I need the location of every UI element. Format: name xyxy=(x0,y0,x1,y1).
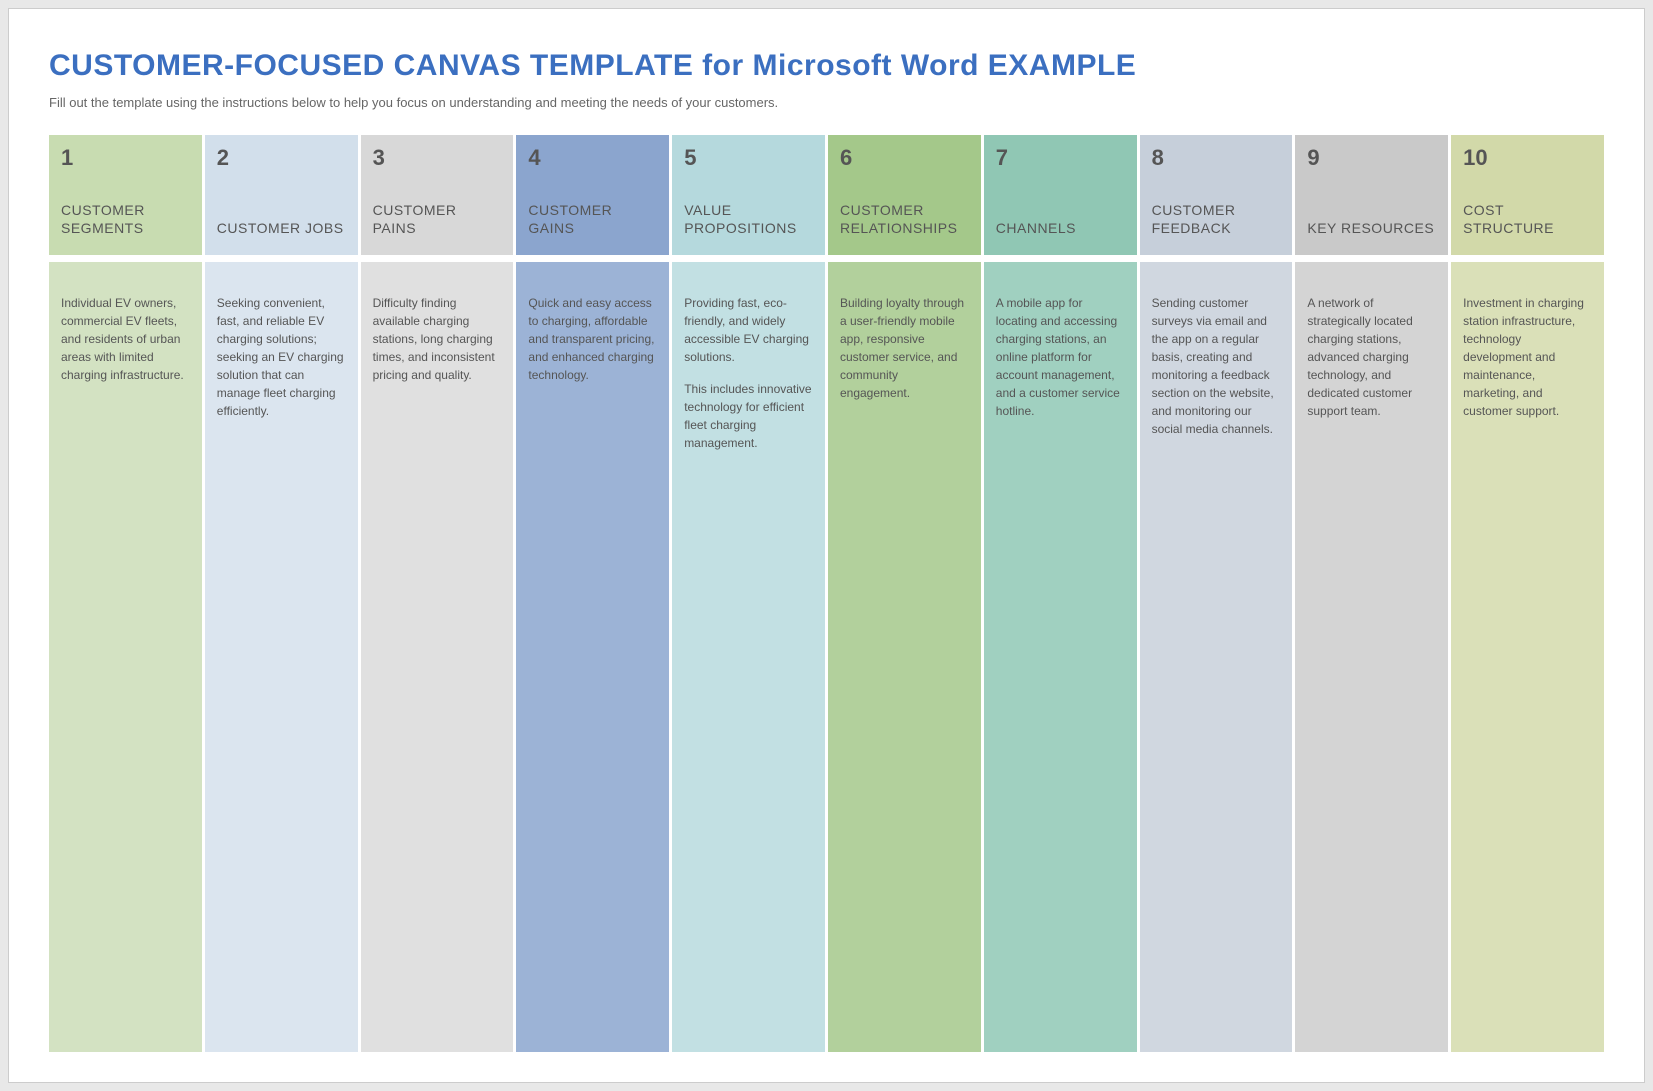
col-header: 8 CUSTOMER FEEDBACK xyxy=(1140,135,1293,255)
col-header: 5 VALUE PROPOSITIONS xyxy=(672,135,825,255)
canvas-grid: 1 CUSTOMER SEGMENTS Individual EV owners… xyxy=(49,135,1604,1052)
col-body-text: Individual EV owners, commercial EV flee… xyxy=(61,294,190,384)
col-title: CUSTOMER GAINS xyxy=(528,202,657,237)
page-title: CUSTOMER-FOCUSED CANVAS TEMPLATE for Mic… xyxy=(49,49,1604,83)
col-number: 4 xyxy=(528,145,657,171)
col-customer-pains: 3 CUSTOMER PAINS Difficulty finding avai… xyxy=(361,135,514,1052)
template-page: CUSTOMER-FOCUSED CANVAS TEMPLATE for Mic… xyxy=(8,8,1645,1083)
col-body: Quick and easy access to charging, affor… xyxy=(516,262,669,1052)
col-header: 6 CUSTOMER RELATIONSHIPS xyxy=(828,135,981,255)
col-customer-relationships: 6 CUSTOMER RELATIONSHIPS Building loyalt… xyxy=(828,135,981,1052)
col-title: CUSTOMER PAINS xyxy=(373,202,502,237)
col-header: 3 CUSTOMER PAINS xyxy=(361,135,514,255)
col-customer-jobs: 2 CUSTOMER JOBS Seeking convenient, fast… xyxy=(205,135,358,1052)
col-title: COST STRUCTURE xyxy=(1463,202,1592,237)
col-number: 5 xyxy=(684,145,813,171)
col-number: 8 xyxy=(1152,145,1281,171)
col-body-text: Building loyalty through a user-friendly… xyxy=(840,294,969,402)
col-body-text: Investment in charging station infrastru… xyxy=(1463,294,1592,420)
col-customer-gains: 4 CUSTOMER GAINS Quick and easy access t… xyxy=(516,135,669,1052)
col-title: CUSTOMER FEEDBACK xyxy=(1152,202,1281,237)
col-title: CUSTOMER RELATIONSHIPS xyxy=(840,202,969,237)
col-header: 10 COST STRUCTURE xyxy=(1451,135,1604,255)
col-body-text: A network of strategically located charg… xyxy=(1307,294,1436,420)
page-subtitle: Fill out the template using the instruct… xyxy=(49,95,1604,110)
col-title: VALUE PROPOSITIONS xyxy=(684,202,813,237)
col-number: 6 xyxy=(840,145,969,171)
col-body: Providing fast, eco-friendly, and widely… xyxy=(672,262,825,1052)
col-body-text: Difficulty finding available charging st… xyxy=(373,294,502,384)
col-header: 4 CUSTOMER GAINS xyxy=(516,135,669,255)
col-title: CUSTOMER SEGMENTS xyxy=(61,202,190,237)
col-key-resources: 9 KEY RESOURCES A network of strategical… xyxy=(1295,135,1448,1052)
col-number: 1 xyxy=(61,145,190,171)
col-header: 9 KEY RESOURCES xyxy=(1295,135,1448,255)
col-body: A network of strategically located charg… xyxy=(1295,262,1448,1052)
col-body: A mobile app for locating and accessing … xyxy=(984,262,1137,1052)
col-channels: 7 CHANNELS A mobile app for locating and… xyxy=(984,135,1137,1052)
col-customer-segments: 1 CUSTOMER SEGMENTS Individual EV owners… xyxy=(49,135,202,1052)
col-header: 2 CUSTOMER JOBS xyxy=(205,135,358,255)
col-body: Investment in charging station infrastru… xyxy=(1451,262,1604,1052)
col-body-text: Seeking convenient, fast, and reliable E… xyxy=(217,294,346,420)
col-body: Individual EV owners, commercial EV flee… xyxy=(49,262,202,1052)
col-body: Difficulty finding available charging st… xyxy=(361,262,514,1052)
col-header: 7 CHANNELS xyxy=(984,135,1137,255)
col-body: Seeking convenient, fast, and reliable E… xyxy=(205,262,358,1052)
col-number: 3 xyxy=(373,145,502,171)
col-title: CUSTOMER JOBS xyxy=(217,220,346,238)
col-body-text: A mobile app for locating and accessing … xyxy=(996,294,1125,420)
col-header: 1 CUSTOMER SEGMENTS xyxy=(49,135,202,255)
col-value-propositions: 5 VALUE PROPOSITIONS Providing fast, eco… xyxy=(672,135,825,1052)
col-title: KEY RESOURCES xyxy=(1307,220,1436,238)
col-body: Building loyalty through a user-friendly… xyxy=(828,262,981,1052)
col-number: 10 xyxy=(1463,145,1592,171)
col-number: 9 xyxy=(1307,145,1436,171)
col-number: 7 xyxy=(996,145,1125,171)
col-body: Sending customer surveys via email and t… xyxy=(1140,262,1293,1052)
col-body-text: Sending customer surveys via email and t… xyxy=(1152,294,1281,438)
col-body-text: Providing fast, eco-friendly, and widely… xyxy=(684,294,813,366)
col-cost-structure: 10 COST STRUCTURE Investment in charging… xyxy=(1451,135,1604,1052)
col-customer-feedback: 8 CUSTOMER FEEDBACK Sending customer sur… xyxy=(1140,135,1293,1052)
col-body-extra: This includes innovative technology for … xyxy=(684,380,813,452)
col-number: 2 xyxy=(217,145,346,171)
col-body-text: Quick and easy access to charging, affor… xyxy=(528,294,657,384)
col-title: CHANNELS xyxy=(996,220,1125,238)
